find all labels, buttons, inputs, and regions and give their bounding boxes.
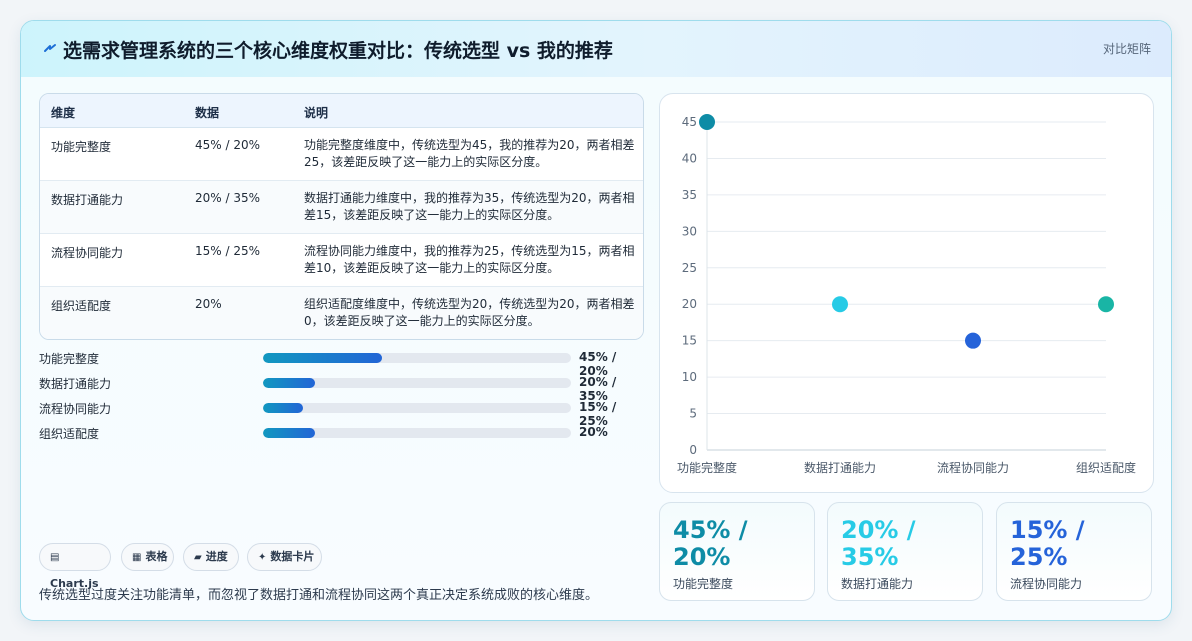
chip-chartjs[interactable]: ▤Chart.js — [39, 543, 111, 590]
chip-label: 数据卡片 — [270, 550, 315, 563]
folder-icon: ▰ — [194, 552, 202, 563]
progress-label: 组织适配度 — [39, 427, 100, 441]
progress-fill — [263, 403, 304, 413]
y-tick-label: 0 — [689, 443, 697, 457]
data-point — [1098, 296, 1114, 313]
lightning-icon — [44, 44, 56, 52]
table-header: 维度 数据 说明 — [40, 94, 643, 128]
progress-fill — [263, 428, 316, 438]
chip-label: 进度 — [205, 550, 228, 563]
table-icon: ▦ — [132, 552, 142, 563]
table-cell-dimension: 组织适配度 — [51, 299, 112, 313]
stat-label: 数据打通能力 — [841, 577, 914, 591]
stat-card: 20% / 35% 数据打通能力 — [827, 502, 983, 601]
table-header-desc: 说明 — [304, 106, 329, 120]
header-label: 对比矩阵 — [1102, 42, 1151, 56]
stat-card: 15% / 25% 流程协同能力 — [996, 502, 1152, 601]
y-tick-label: 10 — [682, 370, 697, 384]
y-tick-label: 15 — [682, 334, 697, 348]
table-cell-data: 45% / 20% — [195, 138, 261, 152]
table-cell-data: 15% / 25% — [195, 244, 261, 258]
progress-track — [263, 353, 571, 363]
progress-label: 数据打通能力 — [39, 377, 112, 391]
sparkle-icon: ✦ — [258, 552, 267, 563]
table-cell-data: 20% — [195, 297, 222, 311]
y-tick-label: 5 — [689, 407, 697, 421]
y-tick-label: 20 — [682, 297, 697, 311]
progress-track — [263, 403, 571, 413]
table-row: 组织适配度 20% 组织适配度维度中，传统选型为20，传统选型为20，两者相差0… — [40, 287, 643, 339]
progress-row: 功能完整度 45% / 20% — [39, 348, 642, 378]
y-tick-label: 35 — [682, 188, 697, 202]
footer-note: 传统选型过度关注功能清单，而忽视了数据打通和流程协同这两个真正决定系统成败的核心… — [39, 588, 599, 603]
x-tick-label: 流程协同能力 — [937, 460, 1009, 475]
x-tick-label: 功能完整度 — [677, 460, 737, 475]
table-cell-dimension: 流程协同能力 — [51, 246, 124, 260]
data-point — [699, 114, 715, 130]
table-row: 数据打通能力 20% / 35% 数据打通能力维度中，我的推荐为35，传统选型为… — [40, 181, 643, 234]
progress-row: 数据打通能力 20% / 35% — [39, 373, 642, 403]
progress-fill — [263, 353, 382, 363]
stat-label: 功能完整度 — [673, 577, 734, 591]
table-cell-dimension: 数据打通能力 — [51, 193, 124, 207]
stat-card: 45% / 20% 功能完整度 — [659, 502, 815, 601]
progress-row: 流程协同能力 15% / 25% — [39, 398, 642, 428]
stat-value: 15% / 25% — [1010, 516, 1085, 571]
progress-label: 流程协同能力 — [39, 402, 112, 416]
stat-value: 20% / 35% — [841, 516, 916, 571]
table-cell-desc: 功能完整度维度中，传统选型为45，我的推荐为20，两者相差25，该差距反映了这一… — [304, 138, 635, 169]
data-point — [965, 332, 981, 349]
stat-label: 流程协同能力 — [1010, 577, 1083, 591]
table-cell-desc: 流程协同能力维度中，我的推荐为25，传统选型为15，两者相差10，该差距反映了这… — [304, 244, 635, 275]
table-header-dimension: 维度 — [51, 106, 76, 120]
progress-fill — [263, 378, 316, 388]
scatter-chart: 0 5 10 15 20 25 30 35 40 45 功能完整度 数据打通能力 流程协同能力 组织适配度 — [677, 114, 1136, 475]
progress-track — [263, 378, 571, 388]
page-title: 选需求管理系统的三个核心维度权重对比：传统选型 vs 我的推荐 — [63, 40, 613, 62]
y-tick-label: 25 — [682, 261, 697, 275]
table-row: 流程协同能力 15% / 25% 流程协同能力维度中，我的推荐为25，传统选型为… — [40, 234, 643, 287]
progress-row: 组织适配度 20% — [39, 423, 642, 443]
table-row: 功能完整度 45% / 20% 功能完整度维度中，传统选型为45，我的推荐为20… — [40, 128, 643, 181]
progress-track — [263, 428, 571, 438]
chip-data-card[interactable]: ✦ 数据卡片 — [247, 543, 322, 571]
scatter-chart-panel: 0 5 10 15 20 25 30 35 40 45 功能完整度 数据打通能力 流程协同能力 组织适配度 — [659, 93, 1154, 493]
comparison-table: 维度 数据 说明 功能完整度 45% / 20% 功能完整度维度中，传统选型为4… — [39, 93, 644, 340]
table-header-data: 数据 — [195, 106, 220, 120]
chip-table[interactable]: ▦ 表格 — [121, 543, 174, 571]
stat-value: 45% / 20% — [673, 516, 748, 571]
progress-label: 功能完整度 — [39, 352, 100, 366]
table-cell-desc: 数据打通能力维度中，我的推荐为35，传统选型为20，两者相差15，该差距反映了这… — [304, 191, 635, 222]
table-cell-dimension: 功能完整度 — [51, 140, 112, 154]
card-header: 选需求管理系统的三个核心维度权重对比：传统选型 vs 我的推荐 对比矩阵 — [21, 21, 1171, 77]
y-tick-label: 40 — [682, 151, 697, 165]
x-tick-label: 组织适配度 — [1076, 460, 1136, 475]
chart-icon: ▤ — [50, 552, 60, 563]
chip-progress[interactable]: ▰ 进度 — [183, 543, 239, 571]
y-tick-label: 30 — [682, 224, 697, 238]
progress-value: 20% — [579, 425, 608, 439]
y-tick-label: 45 — [682, 115, 697, 129]
table-cell-desc: 组织适配度维度中，传统选型为20，传统选型为20，两者相差0，该差距反映了这一能… — [304, 297, 635, 328]
chip-label: 表格 — [145, 550, 168, 563]
main-card: 选需求管理系统的三个核心维度权重对比：传统选型 vs 我的推荐 对比矩阵 维度 … — [20, 20, 1172, 621]
x-tick-label: 数据打通能力 — [804, 460, 876, 475]
data-point — [832, 296, 848, 313]
table-cell-data: 20% / 35% — [195, 191, 261, 205]
